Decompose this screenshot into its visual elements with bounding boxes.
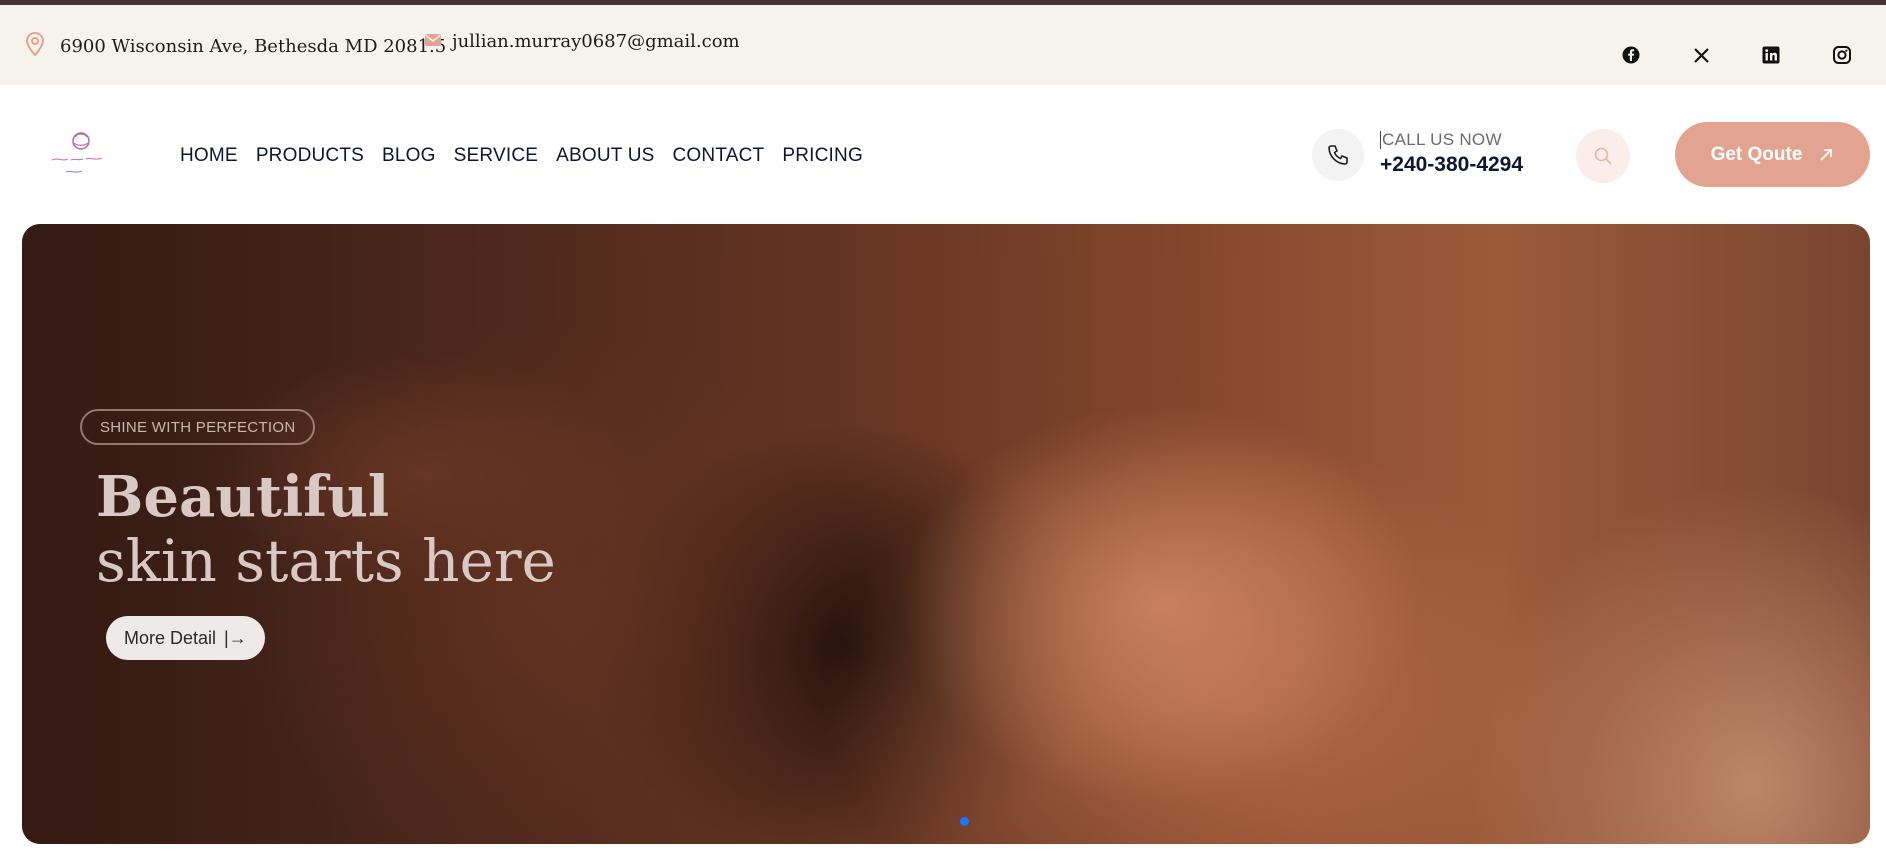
email-text[interactable]: jullian.murray0687@gmail.com (452, 31, 740, 52)
email-info[interactable]: jullian.murray0687@gmail.com (424, 31, 740, 52)
main-nav: HOME PRODUCTS BLOG SERVICE ABOUT US CONT… (180, 145, 881, 167)
top-bar: 6900 Wisconsin Ave, Bethesda MD 2081.5 j… (0, 5, 1886, 85)
nav-blog[interactable]: BLOG (382, 145, 436, 167)
instagram-icon[interactable] (1832, 45, 1852, 65)
call-number[interactable]: +240-380-4294 (1380, 153, 1523, 177)
x-icon[interactable] (1691, 45, 1711, 65)
facebook-icon[interactable] (1621, 45, 1641, 65)
arrow-up-right-icon (1820, 148, 1833, 161)
linkedin-icon[interactable] (1761, 45, 1781, 65)
call-us-label: CALL US NOW (1380, 130, 1502, 149)
brand-logo[interactable] (44, 127, 119, 185)
hero-tagline: SHINE WITH PERFECTION (80, 409, 316, 445)
address-info: 6900 Wisconsin Ave, Bethesda MD 2081.5 (24, 31, 446, 62)
nav-products[interactable]: PRODUCTS (256, 145, 364, 167)
location-pin-icon (24, 31, 46, 62)
more-detail-button[interactable]: More Detail |→ (106, 616, 265, 660)
nav-home[interactable]: HOME (180, 145, 238, 167)
hero-title-line1: Beautiful (96, 464, 390, 530)
address-text: 6900 Wisconsin Ave, Bethesda MD 2081.5 (60, 36, 447, 57)
nav-service[interactable]: SERVICE (454, 145, 538, 167)
nav-pricing[interactable]: PRICING (782, 145, 863, 167)
hero-title-line2: skin starts here (96, 527, 556, 595)
phone-icon-circle[interactable] (1312, 129, 1364, 181)
search-icon (1594, 147, 1612, 165)
more-detail-label: More Detail (124, 627, 217, 648)
arrow-right-bar-icon: |→ (224, 627, 247, 648)
main-header: HOME PRODUCTS BLOG SERVICE ABOUT US CONT… (0, 85, 1886, 223)
slider-dot[interactable] (960, 817, 969, 826)
get-quote-button[interactable]: Get Qoute (1675, 122, 1870, 187)
phone-icon (1328, 145, 1348, 165)
hero-slider[interactable]: SHINE WITH PERFECTION Beautiful skin sta… (22, 224, 1870, 844)
get-quote-label: Get Qoute (1710, 143, 1803, 165)
nav-contact[interactable]: CONTACT (673, 145, 765, 167)
nav-about-us[interactable]: ABOUT US (556, 145, 654, 167)
search-button[interactable] (1576, 129, 1630, 183)
envelope-icon (424, 31, 442, 52)
